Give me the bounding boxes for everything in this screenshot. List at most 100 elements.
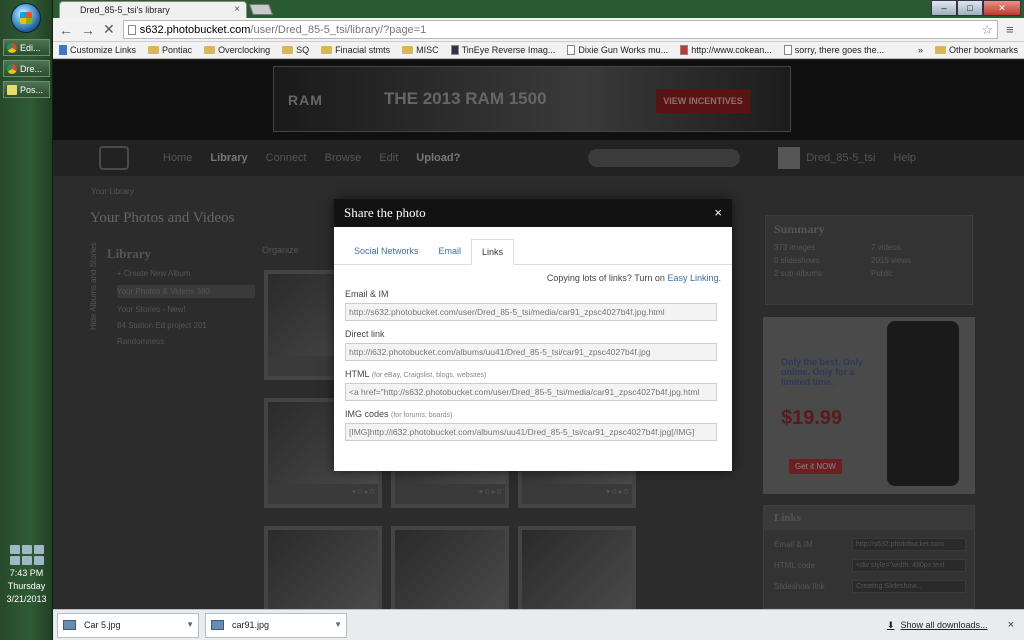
nav-upload[interactable]: Upload? [416, 152, 460, 164]
monitor-icon[interactable] [33, 545, 44, 554]
chevron-down-icon[interactable]: ▼ [334, 620, 342, 629]
taskbar-item-chrome-1[interactable]: Edi... [3, 39, 50, 56]
bookmark-misc[interactable]: MISC [402, 45, 439, 55]
site-search-input[interactable] [588, 149, 741, 167]
tab-social-networks[interactable]: Social Networks [344, 238, 429, 264]
chrome-icon [7, 42, 17, 53]
library-heading: Library [107, 246, 152, 261]
speaker-icon[interactable] [21, 556, 32, 565]
bookmark-pontiac[interactable]: Pontiac [148, 45, 192, 55]
bookmark-label: Overclocking [218, 45, 271, 55]
photobucket-logo-icon[interactable] [99, 146, 129, 170]
album-item[interactable]: Your Photos & Videos 380 [117, 285, 255, 298]
tab-email[interactable]: Email [429, 238, 472, 264]
easy-linking-hint: Copying lots of links? Turn on Easy Link… [345, 273, 721, 287]
start-button[interactable] [11, 3, 41, 33]
show-all-downloads[interactable]: ⬇ Show all downloads... [887, 620, 988, 631]
network-icon[interactable] [9, 545, 20, 554]
minimize-button[interactable]: – [931, 0, 957, 16]
summary-panel: Summary 373 images 7 videos 0 slideshows… [765, 215, 973, 305]
tab-links[interactable]: Links [471, 239, 515, 265]
create-album-link[interactable]: + Create New Album [117, 269, 255, 278]
site-icon [680, 45, 689, 55]
links-row-field[interactable]: <div style="width: 480px;text [852, 559, 966, 572]
links-row-field[interactable]: http://s632.photobucket.com [852, 538, 966, 551]
nav-edit[interactable]: Edit [379, 152, 398, 164]
taskbar-item-notes[interactable]: Pos... [3, 81, 50, 98]
bookmark-cokean[interactable]: http://www.cokean... [680, 45, 772, 55]
bookmark-label: Dixie Gun Works mu... [578, 45, 669, 55]
hide-albums-toggle[interactable]: Hide Albums and Stories [89, 242, 98, 330]
chrome-icon [7, 63, 17, 74]
download-item[interactable]: Car 5.jpg ▼ [57, 612, 199, 638]
ad-cta[interactable]: VIEW INCENTIVES [656, 89, 750, 113]
address-bar[interactable]: s632.photobucket.com/user/Dred_85-5_tsi/… [122, 20, 998, 39]
bookmark-dixie[interactable]: Dixie Gun Works mu... [567, 45, 668, 55]
ad-text: Only the best. Only online. Only for a l… [781, 357, 864, 387]
system-tray: 7:43 PM Thursday 3/21/2013 [0, 545, 53, 640]
chevron-down-icon[interactable]: ▼ [186, 620, 194, 629]
nav-library[interactable]: Library [210, 152, 247, 164]
bookmark-star-icon[interactable]: ☆ [981, 22, 993, 38]
clock-time[interactable]: 7:43 PM [0, 568, 53, 578]
flag-icon[interactable] [9, 556, 20, 565]
photo-actions[interactable]: ♥ 0 ● 0 [395, 484, 505, 504]
volume-icon[interactable] [33, 556, 44, 565]
close-tab-icon[interactable]: × [234, 4, 240, 15]
close-window-button[interactable]: ✕ [983, 0, 1021, 16]
photo-thumbnail[interactable] [264, 526, 382, 609]
html-code-field[interactable]: <a href="http://s632.photobucket.com/use… [345, 383, 717, 401]
img-codes-label: IMG codes (for forums, boards) [345, 409, 721, 419]
close-dialog-button[interactable]: × [714, 205, 722, 220]
forward-icon[interactable]: → [81, 22, 95, 38]
breadcrumb[interactable]: Your Library [91, 187, 134, 196]
help-menu[interactable]: Help [893, 152, 916, 164]
ram-ad[interactable]: RAM THE 2013 RAM 1500 VIEW INCENTIVES [273, 66, 791, 132]
bookmark-label: MISC [416, 45, 439, 55]
user-menu[interactable]: Dred_85-5_tsi [778, 147, 875, 169]
bookmark-overclocking[interactable]: Overclocking [204, 45, 270, 55]
taskbar-item-chrome-2[interactable]: Dre... [3, 60, 50, 77]
links-heading[interactable]: Links [764, 506, 974, 530]
other-bookmarks[interactable]: Other bookmarks [934, 45, 1018, 55]
us-cellular-ad[interactable]: Only the best. Only online. Only for a l… [763, 317, 975, 494]
photo-actions[interactable]: ♥ 0 ● 0 [268, 484, 378, 504]
tray-icons[interactable] [0, 545, 53, 565]
photo-thumbnail[interactable] [518, 526, 636, 609]
new-tab-button[interactable] [248, 4, 274, 15]
organize-link[interactable]: Organize [262, 245, 299, 255]
share-photo-dialog: Share the photo × Social Networks Email … [334, 199, 732, 471]
bookmark-tineye[interactable]: TinEye Reverse Imag... [450, 45, 556, 55]
album-item[interactable]: Randomness [117, 337, 255, 346]
easy-linking-link[interactable]: Easy Linking. [667, 273, 721, 283]
library-sidebar: Library + Create New Album Your Photos &… [85, 246, 255, 346]
maximize-button[interactable]: □ [957, 0, 983, 16]
album-item[interactable]: Your Stories - New! [117, 305, 255, 314]
nav-browse[interactable]: Browse [325, 152, 362, 164]
bookmark-financial[interactable]: Finacial stmts [321, 45, 390, 55]
browser-tab[interactable]: Dred_85-5_tsi's library × [59, 1, 247, 18]
update-icon[interactable] [21, 545, 32, 554]
bookmarks-overflow[interactable]: » [918, 45, 923, 55]
bookmark-customize-links[interactable]: Customize Links [59, 45, 136, 55]
photo-thumbnail[interactable] [391, 526, 509, 609]
bookmark-sq[interactable]: SQ [282, 45, 309, 55]
bookmark-sorry[interactable]: sorry, there goes the... [783, 45, 884, 55]
ad-cta[interactable]: Get it NOW [789, 459, 842, 474]
download-item[interactable]: car91.jpg ▼ [205, 612, 347, 638]
stop-icon[interactable]: ✕ [103, 21, 115, 38]
email-im-field[interactable]: http://s632.photobucket.com/user/Dred_85… [345, 303, 717, 321]
stat-views: 2015 views [871, 256, 912, 265]
back-icon[interactable]: ← [59, 22, 73, 38]
photo-actions[interactable]: ♥ 0 ● 0 [522, 484, 632, 504]
links-row-field[interactable]: Creating Slideshow... [852, 580, 966, 593]
menu-icon[interactable]: ≡ [1006, 22, 1018, 37]
direct-link-field[interactable]: http://i632.photobucket.com/albums/uu41/… [345, 343, 717, 361]
bookmark-label: TinEye Reverse Imag... [461, 45, 556, 55]
close-downloads-bar-button[interactable]: × [1008, 619, 1014, 631]
nav-home[interactable]: Home [163, 152, 192, 164]
links-row-label: Slideshow link [774, 582, 825, 591]
album-item[interactable]: 84 Station Ed project 201 [117, 321, 255, 330]
img-codes-field[interactable]: [IMG]http://i632.photobucket.com/albums/… [345, 423, 717, 441]
nav-connect[interactable]: Connect [266, 152, 307, 164]
